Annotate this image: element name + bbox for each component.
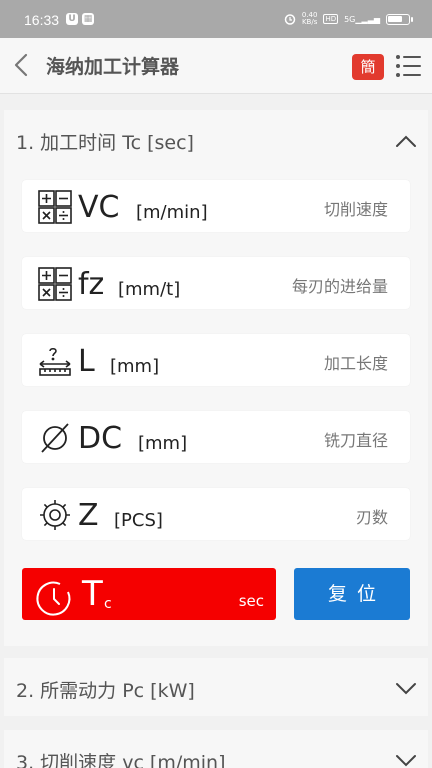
field-placeholder: 铣刀直径: [323, 431, 388, 450]
field-symbol: DC: [78, 421, 123, 456]
app-notification-icon: U: [66, 13, 78, 25]
back-arrow-icon[interactable]: [8, 50, 38, 80]
section-machining-time: 1. 加工时间 Tc [sec] VC [m/min] 切削速度 fz [mm/…: [4, 110, 428, 646]
section-heading[interactable]: 3. 切削速度 vc [m/min]: [16, 748, 226, 768]
net-speed: 0.40 KB/s: [301, 11, 318, 26]
field-unit: [mm]: [110, 356, 160, 377]
status-time: 16:33: [24, 12, 60, 28]
calculator-icon: [38, 267, 72, 301]
language-toggle-button[interactable]: 簡: [352, 54, 384, 80]
menu-list-icon[interactable]: [394, 52, 422, 80]
input-field-vc[interactable]: VC [m/min] 切削速度: [22, 180, 410, 232]
chevron-down-icon[interactable]: [394, 676, 418, 700]
clock-icon: [36, 581, 71, 616]
field-symbol: VC: [78, 190, 120, 225]
notification-icons: U ▦: [66, 13, 94, 25]
calculator-icon: [38, 190, 72, 224]
alarm-icon: [284, 14, 296, 25]
status-right: 0.40 KB/s HD 5G▁▂▃▅: [284, 11, 413, 26]
field-placeholder: 每刃的进给量: [291, 277, 388, 296]
input-field-l[interactable]: L [mm] 加工长度: [22, 334, 410, 386]
result-symbol: T: [82, 574, 103, 614]
app-header: 海纳加工计算器 簡: [0, 38, 432, 94]
field-unit: [PCS]: [114, 510, 163, 531]
gift-notification-icon: ▦: [82, 13, 94, 25]
chevron-down-icon[interactable]: [394, 748, 418, 768]
input-field-z[interactable]: Z [PCS] 刃数: [22, 488, 410, 540]
status-bar: 16:33 U ▦ 0.40 KB/s HD 5G▁▂▃▅: [0, 0, 432, 38]
field-unit: [mm/t]: [118, 279, 181, 300]
field-symbol: L: [78, 344, 95, 379]
field-placeholder: 加工长度: [323, 354, 388, 373]
length-measure-icon: [39, 347, 71, 376]
section-cutting-speed[interactable]: 3. 切削速度 vc [m/min]: [4, 730, 428, 768]
gear-icon: [40, 500, 70, 530]
field-unit: [mm]: [138, 433, 188, 454]
battery-icon: [386, 13, 413, 25]
input-field-fz[interactable]: fz [mm/t] 每刃的进给量: [22, 257, 410, 309]
hd-badge: HD: [323, 14, 339, 24]
reset-button[interactable]: 复位: [294, 568, 410, 620]
field-symbol: fz: [78, 267, 105, 302]
input-field-dc[interactable]: DC [mm] 铣刀直径: [22, 411, 410, 463]
diameter-icon: [41, 423, 69, 453]
field-symbol: Z: [78, 498, 99, 533]
chevron-up-icon[interactable]: [394, 130, 418, 154]
field-placeholder: 切削速度: [323, 200, 388, 219]
result-unit: sec: [238, 592, 264, 610]
section-heading[interactable]: 1. 加工时间 Tc [sec]: [16, 128, 194, 155]
signal-icon: 5G▁▂▃▅: [344, 14, 380, 24]
field-placeholder: 刃数: [355, 508, 388, 527]
section-required-power[interactable]: 2. 所需动力 Pc [kW]: [4, 658, 428, 716]
page-title: 海纳加工计算器: [46, 56, 180, 78]
result-subscript: c: [104, 596, 112, 612]
field-unit: [m/min]: [136, 202, 208, 223]
calculate-tc-button[interactable]: T c sec: [22, 568, 276, 620]
section-heading[interactable]: 2. 所需动力 Pc [kW]: [16, 676, 195, 703]
